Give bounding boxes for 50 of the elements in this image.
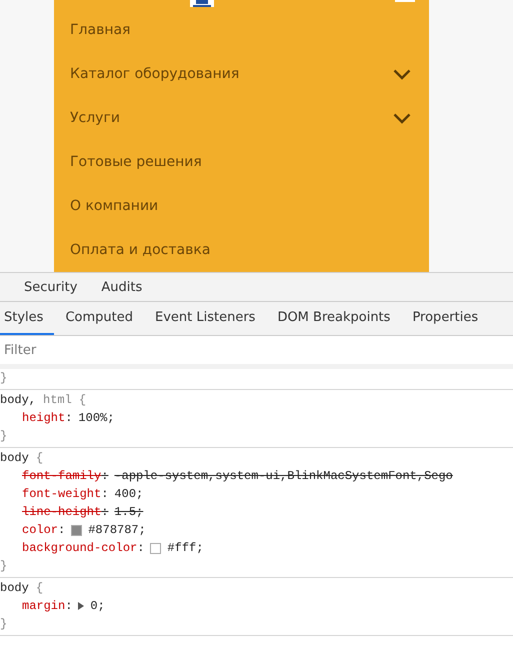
sidebar-tab[interactable]: DOM Breakpoints	[266, 302, 402, 335]
colon: :	[101, 487, 108, 501]
css-property[interactable]: font-weight	[22, 487, 102, 501]
css-property[interactable]: background-color	[22, 541, 138, 555]
css-value: 400;	[114, 487, 144, 501]
colon: :	[101, 505, 108, 519]
menu-item[interactable]: Услуги	[70, 110, 120, 126]
colon: :	[65, 599, 72, 613]
menu-item[interactable]: Оплата и доставка	[70, 242, 210, 258]
colon: :	[101, 469, 108, 483]
css-selector: body	[0, 451, 29, 465]
css-value: 100%;	[78, 411, 114, 425]
color-swatch[interactable]	[71, 524, 82, 536]
brace: }	[0, 617, 8, 631]
color-swatch[interactable]	[150, 542, 162, 554]
menu-item[interactable]: Готовые решения	[70, 154, 202, 170]
menu-item[interactable]: О компании	[70, 198, 158, 214]
brace: {	[36, 581, 44, 595]
css-value: #878787;	[88, 523, 146, 537]
colon: :	[137, 541, 144, 555]
css-selector: body	[0, 581, 29, 595]
brace: }	[0, 371, 8, 385]
menu-item[interactable]: Каталог оборудования	[70, 66, 240, 82]
sidebar-tab[interactable]: Event Listeners	[144, 302, 266, 335]
css-value: 1.5;	[114, 505, 144, 519]
chevron-down-icon[interactable]	[393, 112, 411, 124]
css-value: #fff;	[167, 541, 204, 555]
css-value: 0;	[90, 599, 105, 613]
css-selector: body,	[0, 393, 36, 407]
chevron-down-icon[interactable]	[393, 68, 411, 80]
brace: {	[36, 451, 44, 465]
expand-triangle-icon[interactable]	[78, 602, 84, 610]
css-property[interactable]: height	[22, 411, 66, 425]
menu-item[interactable]: Главная	[70, 22, 130, 38]
brace: }	[0, 559, 8, 573]
panel-tab[interactable]: Security	[24, 280, 78, 294]
css-value: -apple-system,system-ui,BlinkMacSystemFont,Sego	[114, 469, 453, 483]
brace: {	[78, 393, 86, 407]
sidebar-tab[interactable]: Computed	[54, 302, 144, 335]
css-property[interactable]: margin	[22, 599, 66, 613]
sidebar-tab[interactable]: Properties	[401, 302, 490, 335]
css-property[interactable]: color	[22, 523, 58, 537]
css-property[interactable]: font-family	[22, 469, 102, 483]
colon: :	[65, 411, 72, 425]
css-property[interactable]: line-height	[22, 505, 102, 519]
brace: }	[0, 429, 8, 443]
css-selector: html	[43, 393, 72, 407]
colon: :	[58, 523, 66, 537]
logo-icon	[190, 0, 214, 7]
panel-tab[interactable]: Audits	[101, 280, 142, 294]
